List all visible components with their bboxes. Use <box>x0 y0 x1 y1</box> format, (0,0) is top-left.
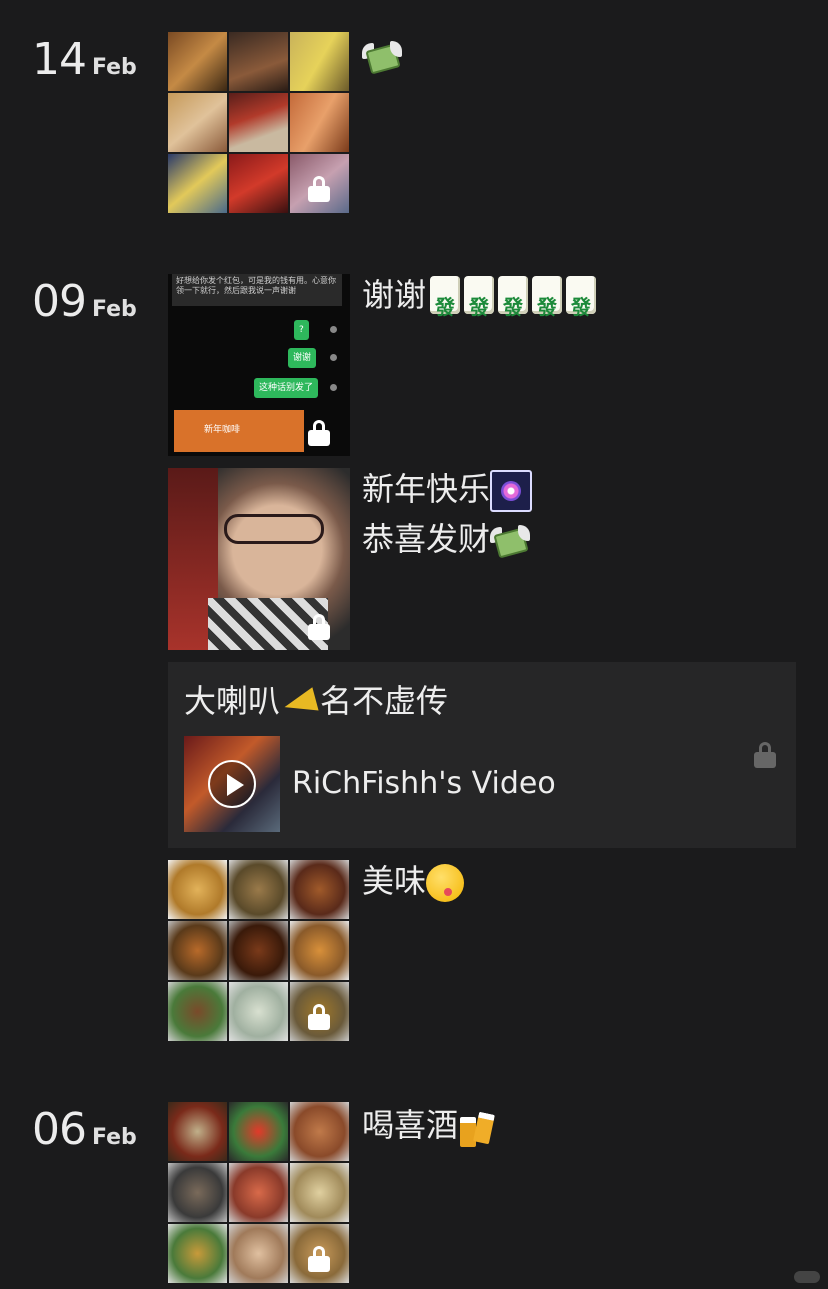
photo-thumb[interactable] <box>229 32 288 91</box>
date-month: Feb <box>92 297 137 322</box>
yum-face-icon <box>426 864 465 902</box>
watermark <box>794 1271 820 1283</box>
chat-bubble: ? <box>294 320 309 340</box>
lock-icon <box>308 176 330 202</box>
red-packet-card: 新年咖啡 <box>174 410 304 452</box>
photo-thumb[interactable] <box>168 1163 227 1222</box>
chat-screenshot-photo[interactable]: 好想给你发个红包，可是我的钱有用。心意你领一下就行，然后跟我说一声谢谢 ? 谢谢… <box>168 274 350 456</box>
chat-bubble: 谢谢 <box>288 348 317 368</box>
photo-thumb[interactable] <box>229 921 288 980</box>
post-caption: 谢谢發發發發發 <box>362 270 597 320</box>
photo-thumb[interactable] <box>290 1163 349 1222</box>
fireworks-icon <box>490 470 533 512</box>
date-month: Feb <box>92 1125 137 1150</box>
photo-thumb[interactable] <box>290 154 349 213</box>
video-label: RiChFishh's Video <box>292 766 556 801</box>
lock-icon <box>754 742 776 768</box>
photo-thumb[interactable] <box>229 1102 288 1161</box>
photo-thumb[interactable] <box>229 1163 288 1222</box>
photo-grid[interactable] <box>168 1102 349 1283</box>
lock-icon <box>308 1246 330 1272</box>
photo-thumb[interactable] <box>290 982 349 1041</box>
photo-thumb[interactable] <box>229 93 288 152</box>
date-day: 09 <box>32 276 87 327</box>
photo-thumb[interactable] <box>290 1224 349 1283</box>
post-caption: 美味 <box>362 856 465 906</box>
photo-grid[interactable] <box>168 32 349 213</box>
photo-thumb[interactable] <box>290 93 349 152</box>
photo-thumb[interactable] <box>290 860 349 919</box>
photo-thumb[interactable] <box>290 921 349 980</box>
beer-mugs-icon <box>458 1109 498 1147</box>
date-label: 09 Feb <box>32 276 137 327</box>
lock-icon <box>308 420 330 446</box>
date-month: Feb <box>92 55 137 80</box>
date-label: 14 Feb <box>32 34 137 85</box>
photo-grid[interactable] <box>168 860 349 1041</box>
megaphone-icon <box>280 687 320 719</box>
photo-thumb[interactable] <box>290 32 349 91</box>
date-day: 06 <box>32 1104 87 1155</box>
photo-thumb[interactable] <box>168 32 227 91</box>
chat-bubble: 这种话别发了 <box>254 378 319 398</box>
post-caption <box>362 30 402 80</box>
mahjong-tile-icon: 發 <box>566 276 597 319</box>
lock-icon <box>308 614 330 640</box>
photo-thumb[interactable] <box>229 154 288 213</box>
photo-thumb[interactable] <box>168 1224 227 1283</box>
photo-thumb[interactable] <box>168 982 227 1041</box>
selfie-photo[interactable] <box>168 468 350 650</box>
photo-thumb[interactable] <box>168 93 227 152</box>
chat-grey-message: 好想给你发个红包，可是我的钱有用。心意你领一下就行，然后跟我说一声谢谢 <box>172 274 342 306</box>
mahjong-tile-icon: 發 <box>532 276 563 319</box>
photo-thumb[interactable] <box>229 1224 288 1283</box>
post-caption: 新年快乐 恭喜发财 <box>362 464 533 564</box>
date-day: 14 <box>32 34 87 85</box>
money-with-wings-icon <box>362 39 402 75</box>
mahjong-tile-icon: 發 <box>464 276 495 319</box>
video-thumbnail[interactable] <box>184 736 280 832</box>
money-with-wings-icon <box>490 523 531 559</box>
mahjong-tile-icon: 發 <box>430 276 461 319</box>
photo-thumb[interactable] <box>229 982 288 1041</box>
post-caption: 喝喜酒 <box>362 1100 498 1150</box>
photo-thumb[interactable] <box>168 154 227 213</box>
photo-thumb[interactable] <box>168 921 227 980</box>
play-icon[interactable] <box>208 760 256 808</box>
photo-thumb[interactable] <box>168 860 227 919</box>
card-title: 大喇叭 名不虚传 <box>184 682 449 720</box>
photo-thumb[interactable] <box>229 860 288 919</box>
photo-thumb[interactable] <box>168 1102 227 1161</box>
date-label: 06 Feb <box>32 1104 137 1155</box>
photo-thumb[interactable] <box>290 1102 349 1161</box>
mahjong-tile-icon: 發 <box>498 276 529 319</box>
video-share-card[interactable]: 大喇叭 名不虚传 RiChFishh's Video <box>168 662 796 848</box>
lock-icon <box>308 1004 330 1030</box>
